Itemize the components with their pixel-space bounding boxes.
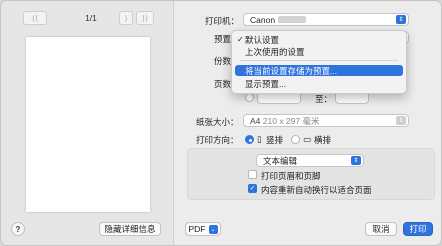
checkmark-icon: ✓: [237, 35, 244, 44]
next-page-button[interactable]: ⟩: [119, 11, 133, 25]
menu-item-last-used[interactable]: 上次使用的设置: [235, 46, 403, 57]
cancel-button[interactable]: 取消: [365, 222, 397, 236]
chevron-updown-icon: ⇕: [396, 116, 406, 125]
chevron-down-icon: ⌄: [208, 224, 218, 234]
portrait-icon: ▯: [257, 134, 262, 144]
page-indicator: 1/1: [85, 13, 97, 23]
preview-panel: ⟨⟨ ⟨ 1/1 ⟩ ⟩⟩ ? 隐藏详细信息: [1, 1, 174, 245]
menu-separator: [240, 60, 398, 61]
chevron-updown-icon: ⇕: [351, 156, 361, 165]
portrait-radio[interactable]: [245, 135, 254, 144]
last-page-button[interactable]: ⟩⟩: [136, 11, 154, 25]
landscape-icon: ▭: [303, 134, 312, 144]
portrait-label: 竖排: [266, 135, 284, 145]
presets-menu: ✓ 默认设置 上次使用的设置 将当前设置存储为预置... 显示预置...: [231, 30, 407, 94]
print-dialog: ⟨⟨ ⟨ 1/1 ⟩ ⟩⟩ ? 隐藏详细信息 打印机： Canon ⇕ 预置： …: [0, 0, 442, 246]
pages-to-label: 至：: [315, 94, 333, 104]
paper-size-label: 纸张大小：: [196, 117, 239, 127]
print-button[interactable]: 打印: [403, 222, 433, 236]
printer-label: 打印机：: [205, 16, 240, 26]
menu-item-save-preset[interactable]: 将当前设置存储为预置...: [235, 65, 403, 76]
pages-range-radio[interactable]: [245, 93, 254, 102]
page-preview: [26, 37, 150, 212]
printer-select[interactable]: Canon ⇕: [243, 13, 409, 26]
help-button[interactable]: ?: [11, 222, 25, 236]
rewrap-label: 内容重新自动换行以适合页面: [261, 185, 372, 195]
menu-item-show-presets[interactable]: 显示预置...: [235, 78, 403, 89]
printer-model-redacted: [278, 16, 307, 23]
app-options-select[interactable]: 文本编辑 ⇕: [256, 154, 364, 167]
first-page-button[interactable]: ⟨⟨: [23, 11, 47, 25]
landscape-label: 横排: [314, 135, 332, 145]
chevron-updown-icon: ⇕: [396, 15, 406, 24]
orientation-label-text: 打印方向：: [196, 135, 239, 145]
hide-details-button[interactable]: 隐藏详细信息: [99, 222, 161, 236]
paper-size-select[interactable]: A4 210 x 297 毫米 ⇕: [243, 114, 409, 127]
landscape-radio[interactable]: [291, 135, 300, 144]
pdf-menu-button[interactable]: PDF ⌄: [185, 222, 221, 236]
settings-panel: 打印机： Canon ⇕ 预置： ⇕ 份数： 页数： 至： 纸张大小： A4 2…: [175, 1, 441, 245]
menu-item-default-settings[interactable]: ✓ 默认设置: [235, 34, 403, 45]
app-options-section: 文本编辑 ⇕ 打印页眉和页脚 ✓ 内容重新自动换行以适合页面: [187, 148, 435, 200]
rewrap-checkbox[interactable]: ✓: [248, 184, 257, 193]
header-footer-checkbox[interactable]: [248, 170, 257, 179]
header-footer-label: 打印页眉和页脚: [261, 171, 321, 181]
